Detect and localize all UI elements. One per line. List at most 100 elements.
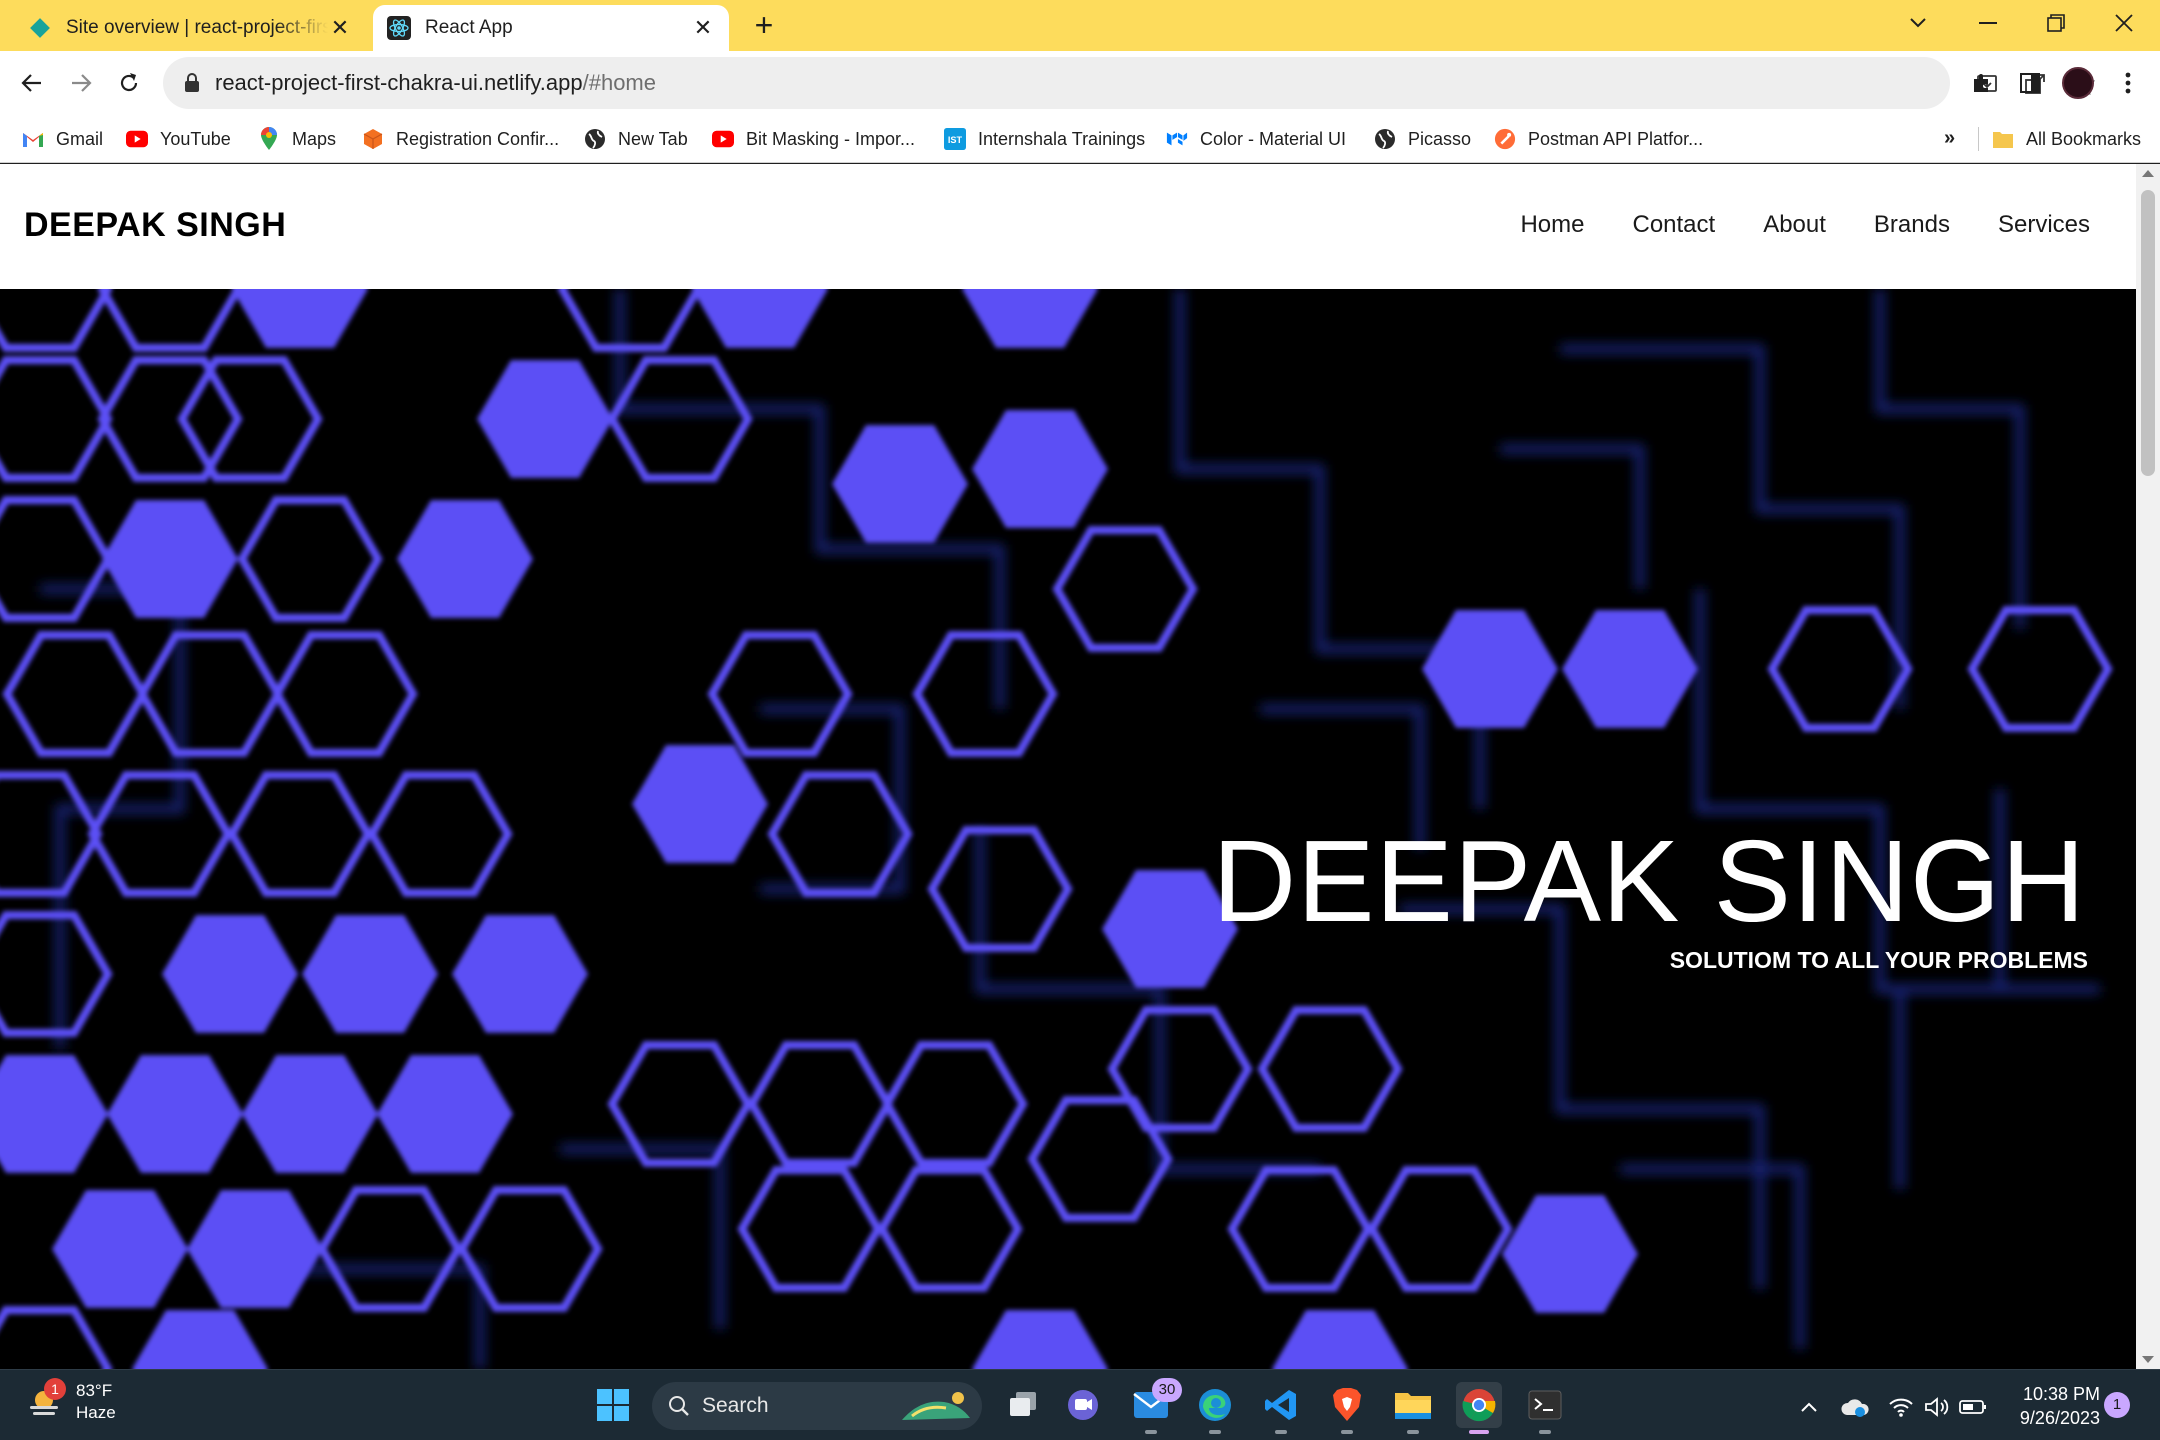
bookmark-label: Picasso — [1408, 128, 1472, 149]
terminal-icon[interactable] — [1522, 1382, 1568, 1434]
hero-subtitle: SOLUTIOM TO ALL YOUR PROBLEMS — [1669, 947, 2088, 973]
bookmarks-bar: Gmail YouTube Maps Registration Confir..… — [0, 115, 2160, 163]
profile-avatar[interactable] — [2060, 65, 2096, 101]
bookmark-material-ui[interactable]: Color - Material UI — [1166, 125, 1346, 153]
running-indicator — [1407, 1430, 1419, 1434]
bookmark-label: Color - Material UI — [1200, 128, 1347, 149]
windows-start-icon[interactable] — [590, 1382, 636, 1428]
bookmark-new-tab[interactable]: New Tab — [584, 125, 688, 153]
bookmark-internshala[interactable]: IST Internshala Trainings — [944, 125, 1145, 153]
reload-icon[interactable] — [111, 65, 147, 101]
address-bar[interactable]: react-project-first-chakra-ui.netlify.ap… — [163, 57, 2095, 109]
bookmark-youtube[interactable]: YouTube — [126, 125, 231, 153]
chrome-icon[interactable] — [1456, 1382, 1502, 1434]
site-logo[interactable]: DEEPAK SINGH — [24, 206, 286, 245]
task-view-icon[interactable] — [1000, 1382, 1046, 1428]
bookmark-registration[interactable]: Registration Confir... — [362, 125, 559, 153]
onedrive-icon[interactable] — [1838, 1390, 1872, 1424]
search-icon — [668, 1395, 690, 1417]
nav-link-home[interactable]: Home — [1520, 211, 1584, 239]
weather-widget[interactable]: 1 83°F Haze — [24, 1378, 116, 1424]
battery-icon[interactable] — [1956, 1390, 1990, 1424]
bookmark-bit-masking[interactable]: Bit Masking - Impor... — [712, 125, 915, 153]
bookmark-label: Internshala Trainings — [978, 128, 1146, 149]
search-label: Search — [702, 1394, 769, 1417]
bookmark-maps[interactable]: Maps — [258, 125, 336, 153]
tab-title: React App — [425, 17, 513, 38]
extensions-puzzle-icon[interactable] — [1964, 65, 2000, 101]
running-indicator — [1275, 1430, 1287, 1434]
nav-link-about[interactable]: About — [1763, 211, 1826, 239]
bookmark-label: New Tab — [618, 128, 688, 149]
page-viewport: DEEPAK SINGH Home Contact About Brands S… — [0, 164, 2160, 1369]
running-indicator — [1341, 1430, 1353, 1434]
react-icon — [387, 16, 411, 40]
file-explorer-icon[interactable] — [1390, 1382, 1436, 1434]
bookmark-gmail[interactable]: Gmail — [22, 125, 103, 153]
mail-icon[interactable]: 30 — [1128, 1378, 1182, 1434]
bookmark-label: Postman API Platfor... — [1528, 128, 1704, 149]
lock-icon[interactable] — [181, 72, 203, 94]
tab-search-chevron-icon[interactable] — [1898, 6, 1938, 40]
url-path: /#home — [582, 70, 656, 95]
weather-temperature: 83°F — [76, 1381, 113, 1400]
bookmark-all-bookmarks[interactable]: All Bookmarks — [1992, 125, 2141, 153]
running-indicator — [1539, 1430, 1551, 1434]
vscode-icon[interactable] — [1258, 1382, 1304, 1434]
system-clock[interactable]: 10:38 PM 9/26/2023 — [2004, 1382, 2100, 1430]
restore-icon[interactable] — [2036, 6, 2076, 40]
bookmark-picasso[interactable]: Picasso — [1374, 125, 1471, 153]
gmail-icon — [22, 128, 44, 150]
hero-title: DEEPAK SINGH — [1212, 816, 2086, 946]
nav-link-services[interactable]: Services — [1998, 211, 2090, 239]
close-tab-icon[interactable]: ✕ — [691, 15, 715, 40]
bookmark-label: All Bookmarks — [2026, 128, 2142, 149]
globe-icon — [584, 128, 606, 150]
more-bookmarks-chevron[interactable]: » — [1944, 127, 1955, 150]
new-tab-button[interactable]: + — [748, 9, 780, 42]
scrollbar-thumb[interactable] — [2141, 190, 2155, 476]
bookmark-label: Maps — [292, 128, 337, 149]
site-nav: Home Contact About Brands Services — [1520, 211, 2090, 239]
youtube-icon — [712, 128, 734, 150]
edge-browser-icon[interactable] — [1192, 1382, 1238, 1434]
teams-chat-icon[interactable] — [1060, 1382, 1106, 1428]
youtube-icon — [126, 128, 148, 150]
back-arrow-icon[interactable] — [14, 65, 50, 101]
notification-badge[interactable]: 1 — [2104, 1392, 2130, 1418]
site-header: DEEPAK SINGH Home Contact About Brands S… — [0, 164, 2136, 289]
scroll-up-arrow-icon[interactable] — [2142, 170, 2154, 177]
search-highlight-icon — [902, 1392, 970, 1420]
page-scrollbar[interactable] — [2136, 164, 2160, 1369]
clock-time: 10:38 PM — [2022, 1384, 2100, 1404]
running-indicator — [1469, 1430, 1489, 1434]
mail-unread-badge: 30 — [1152, 1378, 1182, 1402]
volume-icon[interactable] — [1920, 1390, 1954, 1424]
minimize-icon[interactable] — [1968, 6, 2008, 40]
maps-icon — [258, 127, 280, 150]
more-menu-icon[interactable] — [2110, 65, 2146, 101]
side-panel-icon[interactable] — [2012, 65, 2048, 101]
nav-link-brands[interactable]: Brands — [1874, 211, 1950, 239]
svg-text:IST: IST — [948, 135, 963, 145]
close-tab-icon[interactable]: ✕ — [328, 15, 352, 40]
bookmark-label: YouTube — [160, 128, 231, 149]
tab-react-app[interactable]: React App ✕ — [373, 5, 729, 51]
windows-taskbar: 1 83°F Haze Search 30 10:38 PM 9/26/2023… — [0, 1369, 2160, 1440]
bookmarks-divider — [1978, 127, 1979, 151]
tab-title: Site overview | react-project-first — [66, 17, 328, 38]
bookmark-postman[interactable]: Postman API Platfor... — [1494, 125, 1703, 153]
tab-site-overview[interactable]: Site overview | react-project-first ✕ — [14, 5, 366, 51]
taskbar-search[interactable]: Search — [652, 1382, 982, 1430]
haze-weather-icon: 1 — [24, 1378, 66, 1422]
weather-condition: Haze — [76, 1403, 116, 1422]
scroll-down-arrow-icon[interactable] — [2142, 1356, 2154, 1363]
forward-arrow-icon[interactable] — [63, 65, 99, 101]
bookmark-label: Bit Masking - Impor... — [746, 128, 916, 149]
nav-link-contact[interactable]: Contact — [1632, 211, 1715, 239]
show-hidden-icons-chevron[interactable] — [1792, 1390, 1826, 1424]
ist-icon: IST — [944, 128, 966, 150]
close-window-icon[interactable] — [2104, 6, 2144, 40]
brave-browser-icon[interactable] — [1324, 1382, 1370, 1434]
wifi-icon[interactable] — [1884, 1390, 1918, 1424]
